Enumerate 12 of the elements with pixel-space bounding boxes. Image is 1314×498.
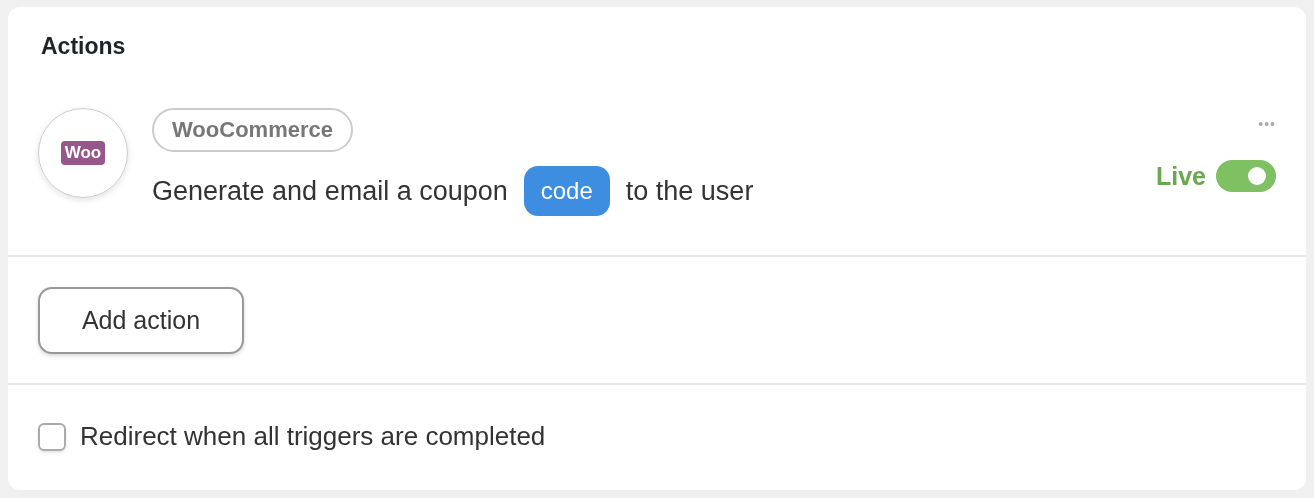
status-label: Live bbox=[1155, 161, 1206, 191]
more-button[interactable]: ••• bbox=[1258, 108, 1276, 132]
action-description: to the user bbox=[625, 175, 754, 207]
add-action-button[interactable]: Add action bbox=[38, 287, 244, 354]
section-title: Actions bbox=[41, 33, 126, 59]
checkbox[interactable] bbox=[38, 422, 66, 451]
action-description: Generate and email a coupon bbox=[152, 175, 508, 207]
app-tag: WooCommerce bbox=[152, 108, 353, 152]
variable-token[interactable]: code bbox=[523, 166, 610, 216]
logo-text: Woo bbox=[60, 141, 106, 165]
checkbox-label: Redirect when all triggers are completed bbox=[80, 421, 546, 452]
live-toggle[interactable] bbox=[1216, 160, 1276, 192]
